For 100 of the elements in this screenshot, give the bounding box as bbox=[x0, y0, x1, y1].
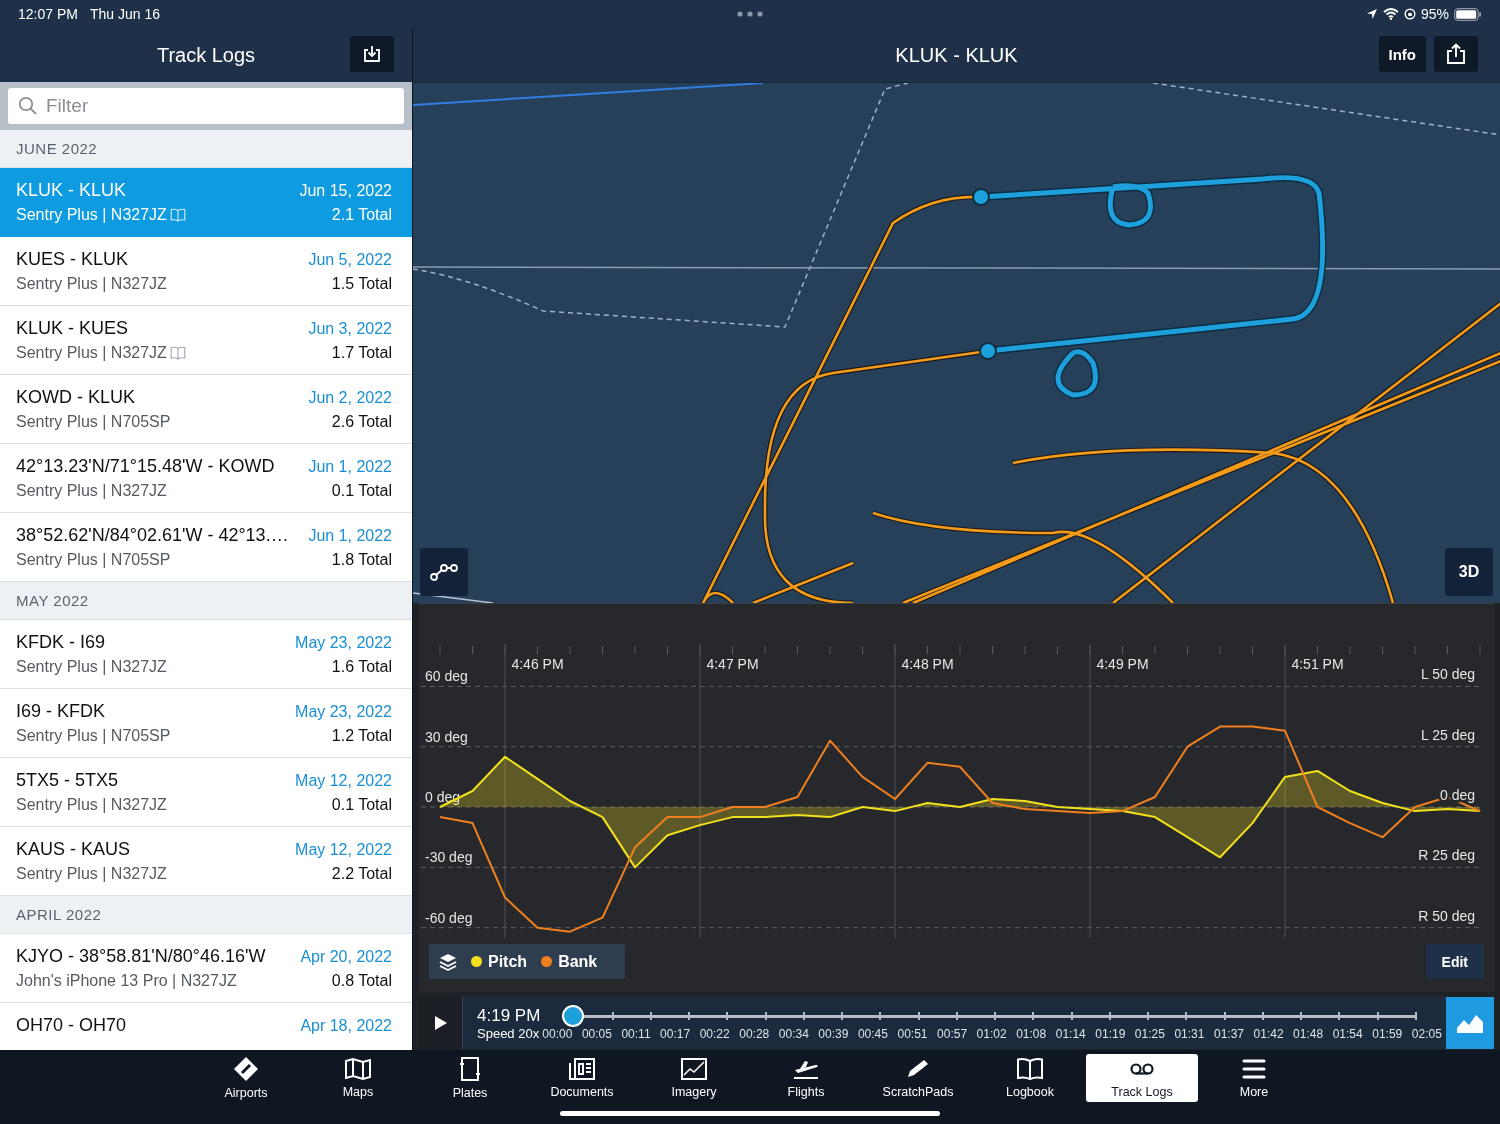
time-tick-label: 00:34 bbox=[778, 1027, 809, 1041]
tick-mark bbox=[732, 645, 733, 655]
map-icon bbox=[344, 1057, 372, 1081]
y-tick-label: R 25 deg bbox=[1418, 847, 1475, 864]
track-log-title: OH70 - OH70 bbox=[16, 1015, 127, 1036]
layers-icon bbox=[439, 952, 457, 971]
route-icon bbox=[430, 562, 458, 582]
time-tick-label: 00:28 bbox=[739, 1027, 770, 1041]
y-tick-label: 60 deg bbox=[425, 668, 468, 685]
track-log-title: KOWD - KLUK bbox=[16, 387, 135, 408]
track-log-total: 1.7 Total bbox=[331, 344, 392, 362]
tab-bar-item[interactable]: Flights bbox=[750, 1054, 862, 1102]
book-icon bbox=[1016, 1057, 1044, 1081]
chart-toggle-button[interactable] bbox=[1446, 997, 1494, 1049]
search-icon bbox=[18, 96, 38, 116]
tick-mark bbox=[862, 645, 863, 655]
time-tick-label: 01:37 bbox=[1214, 1027, 1244, 1041]
document-page-icon bbox=[459, 1056, 481, 1082]
diamond-icon bbox=[233, 1056, 259, 1082]
tick-mark bbox=[602, 645, 603, 655]
share-button[interactable] bbox=[1434, 36, 1478, 72]
area-chart-icon bbox=[1456, 1012, 1484, 1034]
time-tick-label: 00:57 bbox=[937, 1027, 968, 1041]
info-button[interactable]: Info bbox=[1378, 36, 1426, 72]
track-log-total: 0.1 Total bbox=[331, 796, 392, 814]
tick-mark bbox=[1252, 645, 1253, 655]
track-log-device: Sentry Plus | N705SP bbox=[16, 551, 171, 569]
legend-label: Bank bbox=[558, 952, 598, 971]
track-log-device: Sentry Plus | N327JZ bbox=[16, 275, 167, 293]
y-tick-label: -60 deg bbox=[425, 909, 473, 926]
legend-bar[interactable]: Pitch Bank bbox=[429, 944, 626, 979]
time-tick-label: 00:39 bbox=[818, 1027, 849, 1041]
tab-bar-item[interactable]: Logbook bbox=[974, 1054, 1086, 1102]
x-tick-label: 4:51 PM bbox=[1291, 656, 1344, 672]
import-button[interactable] bbox=[350, 36, 394, 72]
y-tick-label: R 50 deg bbox=[1418, 907, 1475, 924]
download-icon bbox=[363, 45, 381, 63]
track-log-date: Jun 2, 2022 bbox=[308, 388, 392, 407]
time-tick-label: 01:59 bbox=[1372, 1027, 1403, 1041]
time-tick-label: 00:11 bbox=[621, 1027, 651, 1041]
tab-bar-item[interactable]: Maps bbox=[302, 1054, 414, 1102]
time-tick-label: 00:05 bbox=[581, 1027, 612, 1041]
share-icon bbox=[1446, 43, 1466, 65]
tick-mark bbox=[1187, 645, 1188, 655]
filter-field[interactable]: Filter bbox=[8, 88, 404, 124]
x-tick-label: 4:46 PM bbox=[511, 656, 564, 672]
track-log-device: Sentry Plus | N327JZ bbox=[16, 344, 167, 362]
time-tick-label: 01:48 bbox=[1293, 1027, 1324, 1041]
track-log-title: KLUK - KUES bbox=[16, 318, 129, 339]
time-tick-label: 01:54 bbox=[1332, 1027, 1363, 1041]
sidebar-title: Track Logs bbox=[156, 43, 256, 67]
tick-mark bbox=[472, 645, 473, 655]
tab-bar-item[interactable]: Track Logs bbox=[1086, 1054, 1198, 1102]
track-log-date: May 12, 2022 bbox=[295, 840, 392, 859]
tab-bar-item[interactable]: ScratchPads bbox=[862, 1054, 974, 1102]
time-tick-label: 01:14 bbox=[1055, 1027, 1086, 1041]
track-log-total: 1.5 Total bbox=[331, 275, 392, 293]
x-tick-label: 4:49 PM bbox=[1096, 656, 1149, 672]
time-tick-label: 01:31 bbox=[1174, 1027, 1205, 1041]
track-title: KLUK - KLUK bbox=[895, 43, 1018, 67]
track-log-date: May 12, 2022 bbox=[295, 771, 392, 790]
tab-bar-item[interactable]: Airports bbox=[190, 1054, 302, 1102]
edit-button[interactable]: Edit bbox=[1425, 944, 1484, 979]
tick-mark bbox=[797, 645, 798, 655]
time-tick-label: 00:17 bbox=[660, 1027, 691, 1041]
tick-mark bbox=[1057, 645, 1058, 655]
playback-speed: Speed 20x bbox=[477, 1025, 541, 1041]
track-log-date: May 23, 2022 bbox=[295, 702, 392, 721]
track-log-total: 2.1 Total bbox=[331, 206, 392, 224]
tab-bar-item[interactable]: Imagery bbox=[638, 1054, 750, 1102]
track-log-title: KUES - KLUK bbox=[16, 249, 129, 270]
more-dots-icon[interactable] bbox=[737, 11, 763, 17]
image-icon bbox=[680, 1057, 708, 1081]
track-log-device: John's iPhone 13 Pro | N327JZ bbox=[16, 972, 237, 990]
tab-bar-item[interactable]: More bbox=[1198, 1054, 1310, 1102]
track-log-date: May 23, 2022 bbox=[295, 633, 392, 652]
time-tick-label: 01:08 bbox=[1016, 1027, 1047, 1041]
tab-bar-item[interactable]: Plates bbox=[414, 1054, 526, 1102]
track-log-title: 42°13.23'N/71°15.48'W - KOWD bbox=[16, 456, 275, 477]
tick-mark bbox=[1317, 645, 1318, 655]
track-log-title: 5TX5 - 5TX5 bbox=[16, 770, 119, 791]
track-log-total: 2.6 Total bbox=[331, 413, 392, 431]
track-log-title: 38°52.62'N/84°02.61'W - 42°13.… bbox=[16, 525, 289, 546]
3d-button[interactable]: 3D bbox=[1445, 548, 1493, 596]
time-tick-label: 01:25 bbox=[1134, 1027, 1165, 1041]
time-tick-label: 01:02 bbox=[976, 1027, 1007, 1041]
route-button[interactable] bbox=[420, 548, 468, 596]
slider-thumb[interactable] bbox=[562, 1005, 585, 1027]
tick-mark bbox=[992, 645, 993, 655]
y-tick-label: -30 deg bbox=[425, 849, 473, 866]
track-log-title: KAUS - KAUS bbox=[16, 839, 131, 860]
time-tick-label: 00:00 bbox=[542, 1027, 573, 1041]
track-log-device: Sentry Plus | N327JZ bbox=[16, 865, 167, 883]
wifi-icon bbox=[1382, 8, 1399, 20]
y-tick-label: L 25 deg bbox=[1421, 726, 1475, 743]
time-tick-label: 00:51 bbox=[897, 1027, 928, 1041]
section-heading: APRIL 2022 bbox=[16, 906, 102, 923]
track-log-total: 1.2 Total bbox=[331, 727, 392, 745]
tab-bar-item[interactable]: Documents bbox=[526, 1054, 638, 1102]
track-log-total: 1.8 Total bbox=[331, 551, 392, 569]
